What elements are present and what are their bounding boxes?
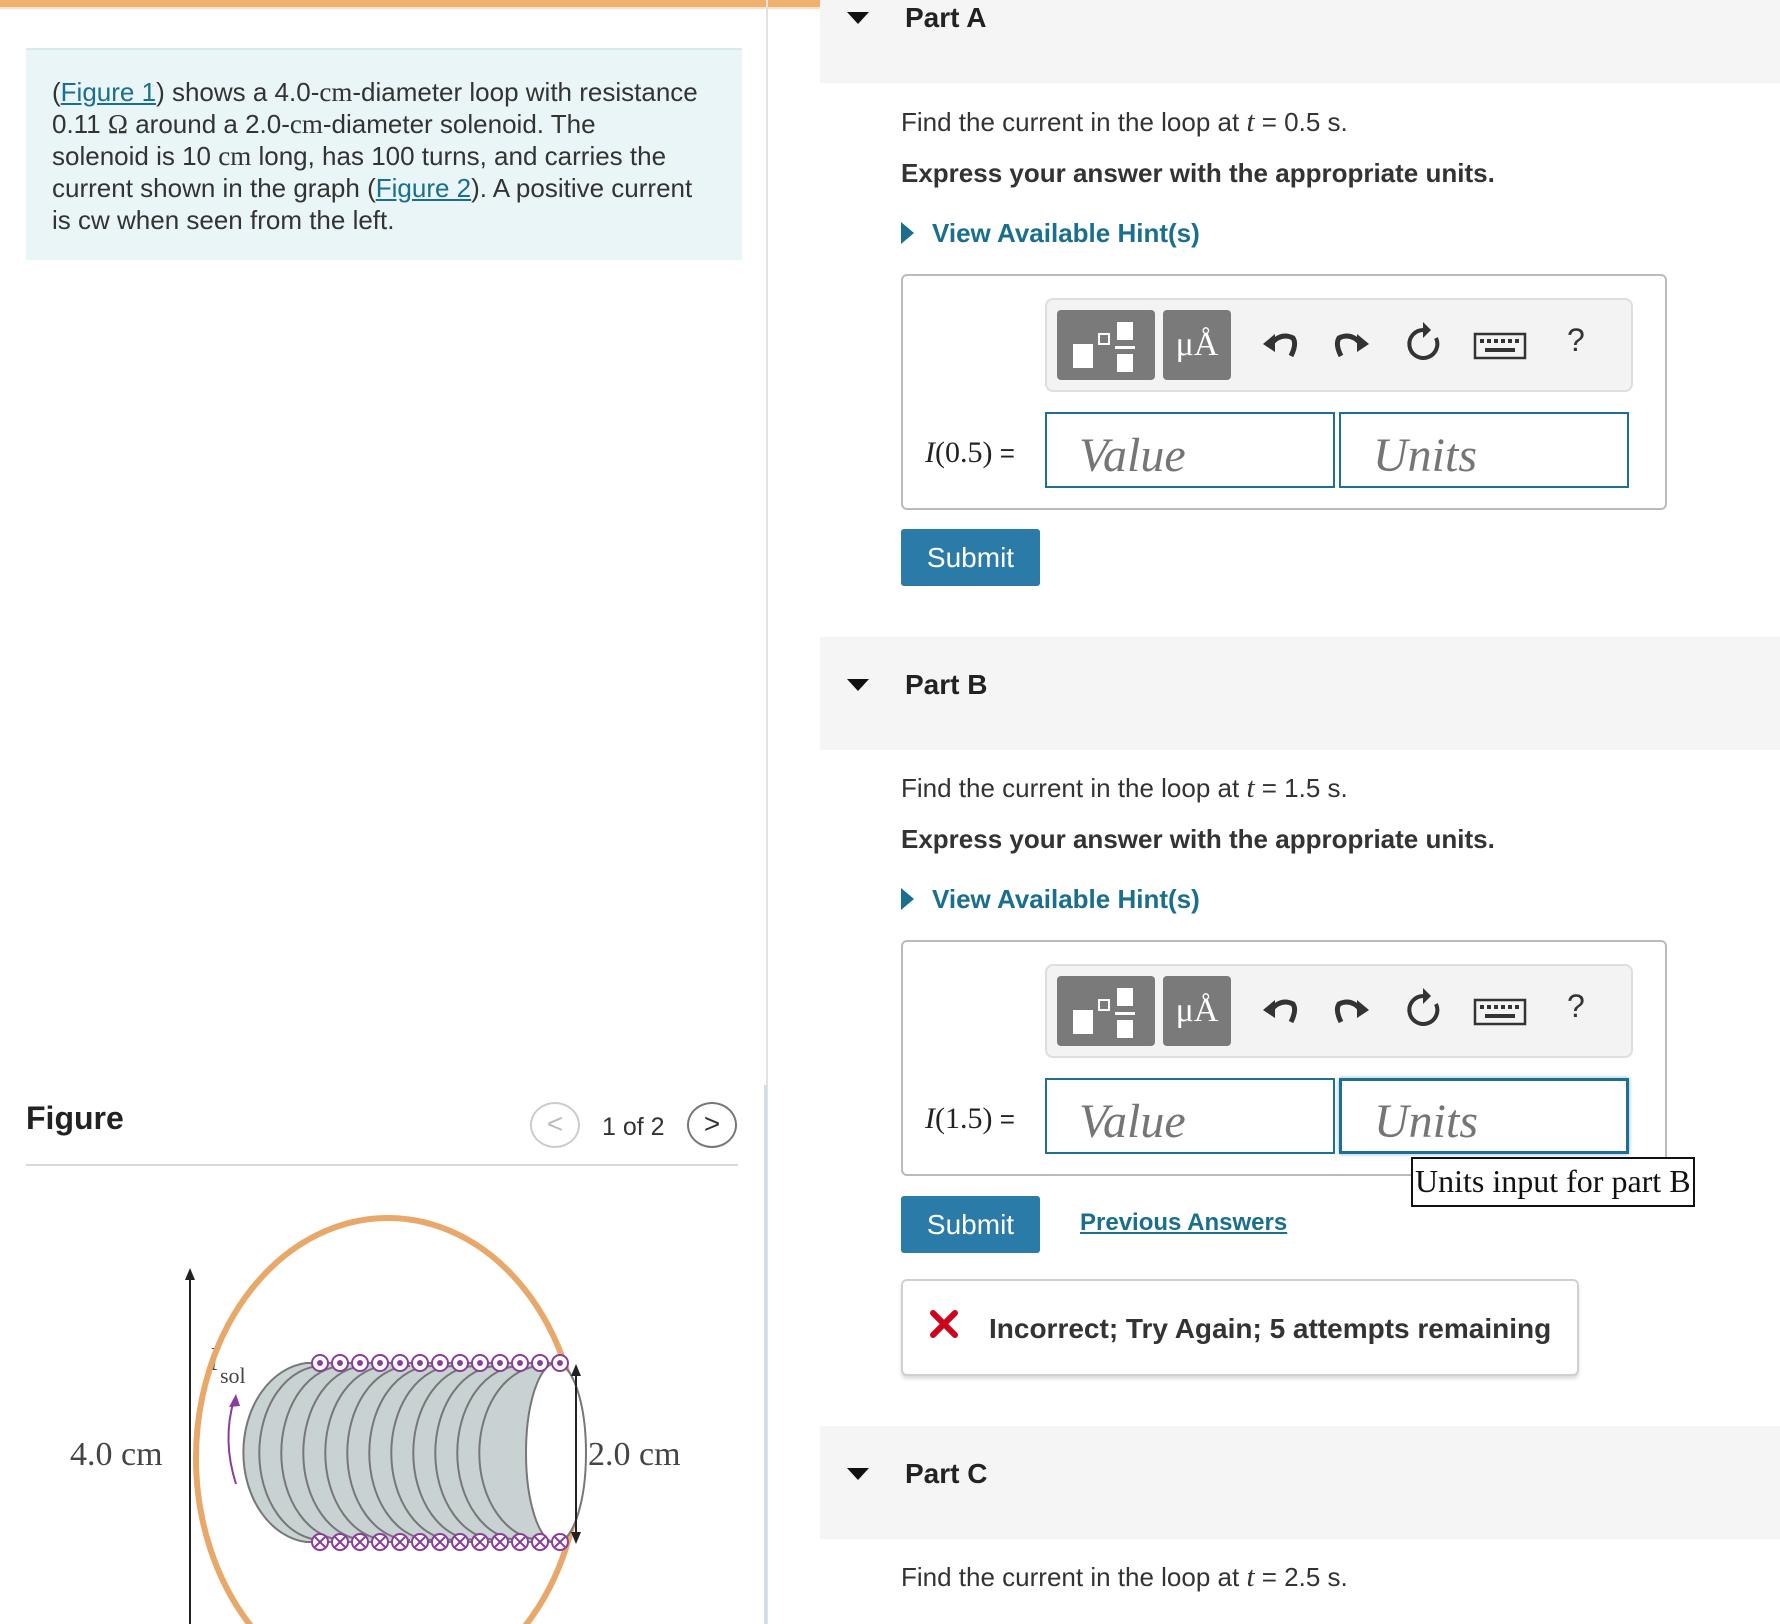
part-a-title: Part A bbox=[905, 2, 987, 33]
keyboard-icon[interactable] bbox=[1471, 318, 1529, 370]
solenoid-arrowhead-top bbox=[571, 1364, 581, 1376]
units-input-tooltip: Units input for part B bbox=[1411, 1157, 1695, 1207]
figure-divider bbox=[26, 1164, 738, 1166]
redo-icon[interactable] bbox=[1329, 984, 1375, 1036]
reset-icon[interactable] bbox=[1401, 984, 1447, 1036]
units-button[interactable]: μÅ bbox=[1163, 976, 1231, 1046]
solenoid-arrowhead-bottom bbox=[571, 1532, 581, 1544]
problem-line-1: (Figure 1) shows a 4.0-cm-diameter loop … bbox=[52, 77, 698, 107]
help-icon[interactable]: ? bbox=[1567, 988, 1585, 1025]
figure-1-link[interactable]: Figure 1 bbox=[61, 77, 156, 107]
part-b-header[interactable]: Part B bbox=[820, 637, 1780, 750]
part-b-feedback: Incorrect; Try Again; 5 attempts remaini… bbox=[901, 1279, 1579, 1376]
current-subscript: sol bbox=[220, 1363, 246, 1388]
figure-prev-button[interactable]: < bbox=[530, 1102, 580, 1148]
part-a-equation-label: I(0.5) = bbox=[925, 436, 1015, 469]
collapse-triangle-icon[interactable] bbox=[847, 12, 869, 24]
templates-icon bbox=[1073, 322, 1135, 372]
part-a-submit-button[interactable]: Submit bbox=[901, 529, 1040, 586]
incorrect-x-icon bbox=[930, 1310, 958, 1338]
part-a-answer-box: μÅ ? I(0.5) = bbox=[901, 274, 1667, 510]
part-b-units-input[interactable] bbox=[1339, 1078, 1629, 1154]
figure-counter: 1 of 2 bbox=[602, 1113, 665, 1141]
problem-line-3: solenoid is 10 cm long, has 100 turns, a… bbox=[52, 141, 667, 171]
figure-1-image: 4.0 cm I sol 2.0 cm bbox=[70, 1215, 681, 1624]
current-arrowhead bbox=[229, 1394, 240, 1407]
current-direction-arrow bbox=[227, 1399, 237, 1485]
part-b-title: Part B bbox=[905, 669, 988, 700]
problem-statement: (Figure 1) shows a 4.0-cm-diameter loop … bbox=[26, 48, 742, 260]
templates-button[interactable] bbox=[1057, 976, 1155, 1046]
redo-icon[interactable] bbox=[1329, 318, 1375, 370]
problem-line-2: 0.11 Ω around a 2.0-cm-diameter solenoid… bbox=[52, 109, 596, 139]
problem-line-5: is cw when seen from the left. bbox=[52, 205, 395, 235]
units-button[interactable]: μÅ bbox=[1163, 310, 1231, 380]
part-a-hint-toggle[interactable]: View Available Hint(s) bbox=[901, 218, 1200, 249]
feedback-message: Incorrect; Try Again; 5 attempts remaini… bbox=[989, 1313, 1552, 1344]
ohm-symbol: Ω bbox=[107, 109, 128, 139]
part-b-equation-label: I(1.5) = bbox=[925, 1102, 1015, 1135]
hint-caret-icon bbox=[901, 222, 914, 244]
solenoid-diameter-label: 2.0 cm bbox=[588, 1436, 681, 1473]
collapse-triangle-icon[interactable] bbox=[847, 1468, 869, 1480]
part-a-instruction: Express your answer with the appropriate… bbox=[901, 158, 1495, 188]
part-a-value-input[interactable] bbox=[1045, 412, 1335, 488]
loop-diameter-arrowhead bbox=[185, 1268, 195, 1280]
part-c-question: Find the current in the loop at t = 2.5 … bbox=[901, 1561, 1348, 1593]
problem-line-4: current shown in the graph (Figure 2). A… bbox=[52, 173, 693, 203]
templates-icon bbox=[1073, 988, 1135, 1038]
part-a-header[interactable]: Part A bbox=[820, 0, 1780, 83]
part-b-submit-button[interactable]: Submit bbox=[901, 1196, 1040, 1253]
hint-caret-icon bbox=[901, 888, 914, 910]
help-icon[interactable]: ? bbox=[1567, 322, 1585, 359]
part-a-units-input[interactable] bbox=[1339, 412, 1629, 488]
part-b-math-toolbar: μÅ ? bbox=[1045, 964, 1633, 1058]
figure-next-button[interactable]: > bbox=[687, 1102, 737, 1148]
templates-button[interactable] bbox=[1057, 310, 1155, 380]
part-c-title: Part C bbox=[905, 1458, 988, 1489]
part-c-header[interactable]: Part C bbox=[820, 1426, 1780, 1539]
loop-diameter-label: 4.0 cm bbox=[70, 1436, 163, 1473]
undo-icon[interactable] bbox=[1257, 318, 1303, 370]
figure-title: Figure bbox=[26, 1100, 124, 1136]
part-a-math-toolbar: μÅ ? bbox=[1045, 298, 1633, 392]
part-b-instruction: Express your answer with the appropriate… bbox=[901, 824, 1495, 854]
collapse-triangle-icon[interactable] bbox=[847, 679, 869, 691]
part-b-answer-box: μÅ ? I(1.5) = bbox=[901, 940, 1667, 1176]
part-b-question: Find the current in the loop at t = 1.5 … bbox=[901, 772, 1348, 804]
undo-icon[interactable] bbox=[1257, 984, 1303, 1036]
part-b-value-input[interactable] bbox=[1045, 1078, 1335, 1154]
solenoid-body bbox=[242, 1362, 557, 1543]
column-divider-scroll[interactable] bbox=[764, 1085, 767, 1624]
part-a-question: Find the current in the loop at t = 0.5 … bbox=[901, 106, 1348, 138]
part-b-hint-toggle[interactable]: View Available Hint(s) bbox=[901, 884, 1200, 915]
reset-icon[interactable] bbox=[1401, 318, 1447, 370]
figure-2-link[interactable]: Figure 2 bbox=[376, 173, 471, 203]
keyboard-icon[interactable] bbox=[1471, 984, 1529, 1036]
previous-answers-link[interactable]: Previous Answers bbox=[1080, 1209, 1287, 1237]
